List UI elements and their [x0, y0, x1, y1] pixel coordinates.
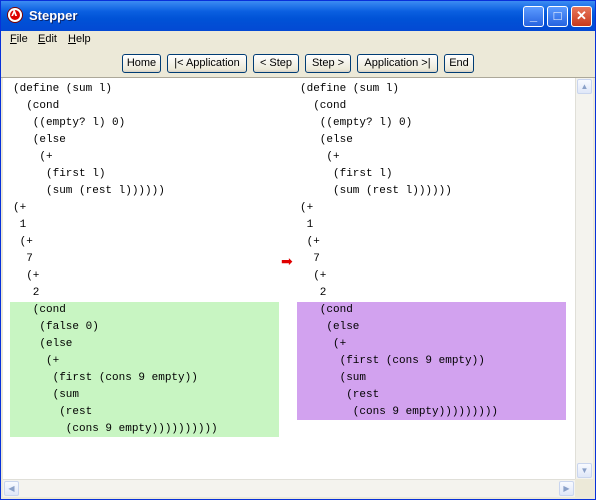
next-application-button[interactable]: Application >|: [357, 54, 438, 73]
scroll-right-icon[interactable]: ▶: [559, 481, 574, 496]
title-bar[interactable]: λ Stepper _ □ ✕: [1, 1, 595, 31]
before-redex-tail: ))))))))): [158, 423, 218, 435]
menu-edit[interactable]: Edit: [38, 33, 57, 45]
stepper-content-area[interactable]: (define (sum l) (cond ((empty? l) 0) (el…: [3, 78, 575, 479]
prev-step-button[interactable]: < Step: [253, 54, 299, 73]
after-redex-text: (cond (else (+ (first (cons 9 empty)) (s…: [319, 304, 485, 418]
menu-help[interactable]: Help: [68, 33, 91, 45]
vertical-scrollbar[interactable]: ▲ ▼: [575, 78, 593, 479]
home-button[interactable]: Home: [122, 54, 161, 73]
after-redex: (cond (else (+ (first (cons 9 empty)) (s…: [300, 302, 498, 421]
after-expression-context: (define (sum l) (cond ((empty? l) 0) (el…: [300, 83, 452, 299]
horizontal-scrollbar[interactable]: ◀ ▶: [3, 479, 575, 497]
step-arrow-icon: ➡: [281, 253, 293, 269]
before-redex: (cond (false 0) (else (+ (first (cons 9 …: [13, 302, 218, 438]
before-expression-context: (define (sum l) (cond ((empty? l) 0) (el…: [13, 83, 165, 299]
racket-logo-icon: λ: [7, 7, 23, 23]
window-title: Stepper: [29, 8, 78, 23]
prev-application-button[interactable]: |< Application: [167, 54, 247, 73]
menu-bar: File Edit Help: [1, 31, 595, 49]
after-redex-tail: ))): [478, 406, 499, 418]
scroll-down-icon[interactable]: ▼: [577, 463, 592, 478]
next-step-button[interactable]: Step >: [305, 54, 351, 73]
scrollbar-corner: [575, 479, 592, 496]
menu-file[interactable]: File: [10, 33, 28, 45]
end-button[interactable]: End: [444, 54, 474, 73]
scroll-left-icon[interactable]: ◀: [4, 481, 19, 496]
scroll-up-icon[interactable]: ▲: [577, 79, 592, 94]
maximize-button[interactable]: □: [547, 6, 568, 27]
before-redex-text: (cond (false 0) (else (+ (first (cons 9 …: [32, 304, 198, 435]
minimize-button[interactable]: _: [523, 6, 544, 27]
close-button[interactable]: ✕: [571, 6, 592, 27]
stepper-toolbar: Home |< Application < Step Step > Applic…: [1, 49, 595, 78]
